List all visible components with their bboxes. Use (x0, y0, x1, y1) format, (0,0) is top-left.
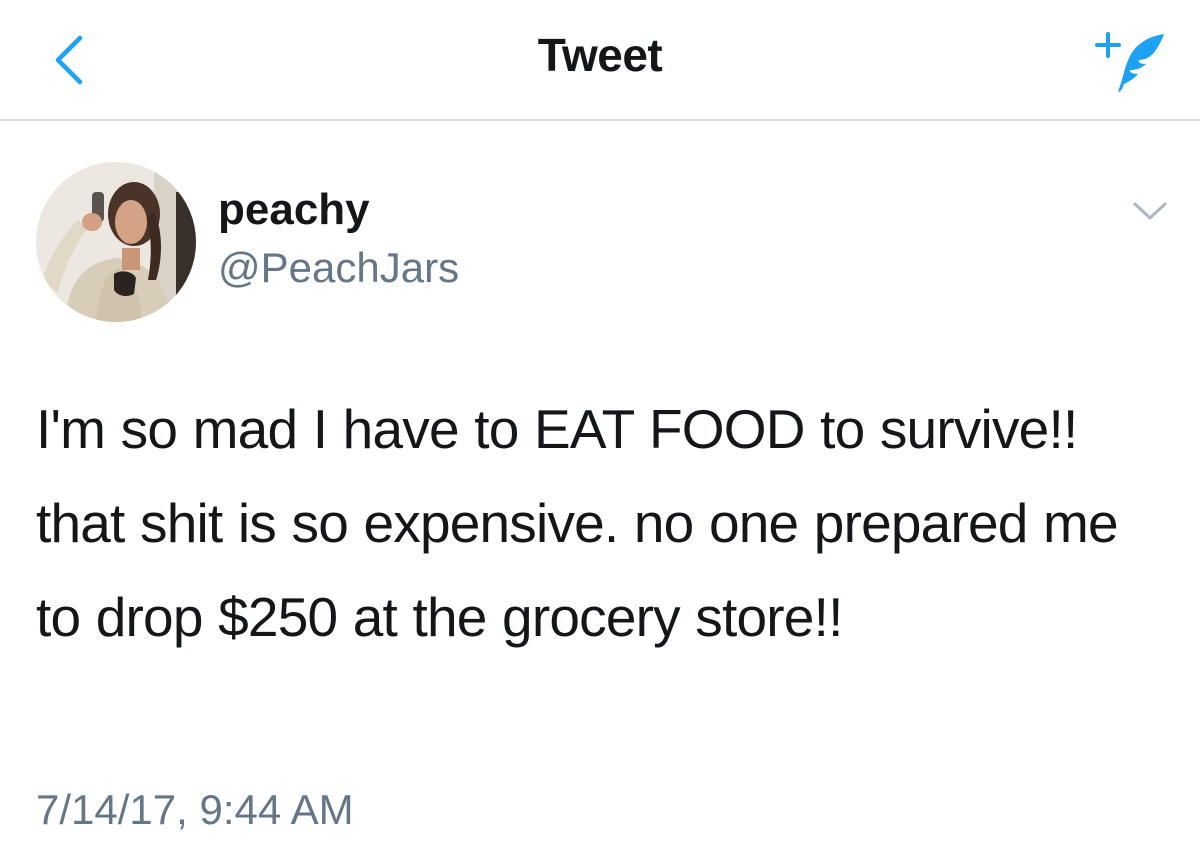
tweet-timestamp[interactable]: 7/14/17, 9:44 AM (36, 786, 354, 834)
tweet-menu-button[interactable] (1130, 196, 1170, 226)
avatar[interactable] (36, 162, 196, 322)
author-handle[interactable]: @PeachJars (218, 244, 459, 292)
tweet-text: I'm so mad I have to EAT FOOD to survive… (36, 398, 1119, 648)
page-title: Tweet (537, 29, 663, 81)
tweet-detail-screen: Tweet peachy @PeachJars I'm so mad I hav… (0, 0, 1200, 854)
compose-tweet-button[interactable] (1092, 22, 1172, 98)
chevron-left-icon (55, 35, 83, 85)
chevron-down-icon (1133, 202, 1167, 220)
profile-photo (36, 162, 196, 322)
back-button[interactable] (44, 30, 94, 90)
compose-tweet-icon (1095, 32, 1164, 92)
navigation-bar: Tweet (0, 0, 1200, 121)
author-display-name[interactable]: peachy (218, 185, 370, 235)
